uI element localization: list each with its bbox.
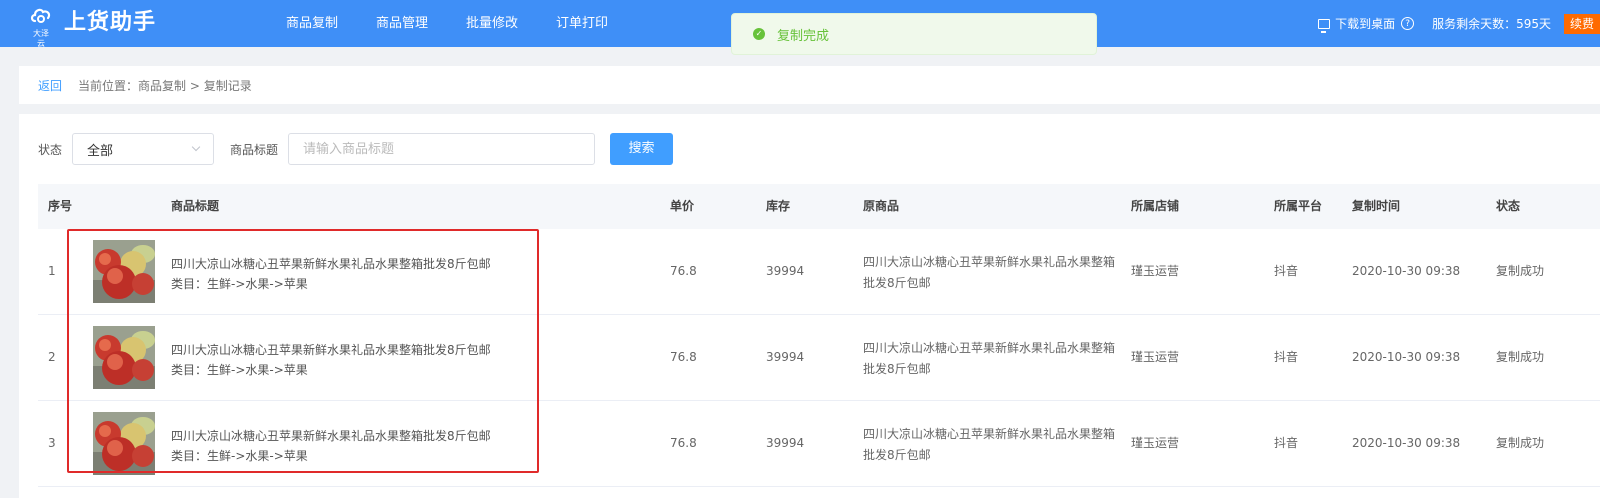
platform-name: 抖音	[1274, 350, 1299, 364]
column-header-shop: 所属店铺	[1131, 199, 1180, 213]
table-row: 3 四川大凉山冰糖心丑苹果新鲜水果礼品水果整箱批发8斤包邮 类目：生鲜->水果-…	[38, 401, 1600, 487]
days-left-text: 服务剩余天数：595天	[1432, 17, 1551, 31]
breadcrumb-location: 当前位置：商品复制 > 复制记录	[78, 78, 252, 93]
status-select-value: 全部	[87, 143, 114, 159]
cloud-logo-icon: 大泽云	[30, 4, 52, 48]
row-index: 2	[48, 350, 56, 364]
main-nav: 商品复制 商品管理 批量修改 订单打印	[286, 0, 646, 47]
status-select[interactable]: 全部	[72, 133, 215, 165]
nav-item-batch-edit[interactable]: 批量修改	[466, 0, 518, 47]
toast-text: 复制完成	[777, 28, 830, 44]
column-header-index: 序号	[48, 199, 73, 213]
column-header-title: 商品标题	[171, 199, 220, 213]
desktop-icon	[1318, 18, 1331, 33]
table-row: 1 四川大凉山冰糖心丑苹果新鲜水果礼品水果整箱批发8斤包邮 类目：生鲜->水果-…	[38, 229, 1600, 315]
breadcrumb: 返回 当前位置：商品复制 > 复制记录	[19, 66, 1600, 104]
copy-time: 2020-10-30 09:38	[1352, 436, 1461, 450]
chevron-down-icon	[191, 142, 201, 152]
original-product[interactable]: 四川大凉山冰糖心丑苹果新鲜水果礼品水果整箱批发8斤包邮	[863, 424, 1123, 466]
column-header-original: 原商品	[863, 199, 900, 213]
table-header: 序号 商品标题 单价 库存 原商品 所属店铺 所属平台 复制时间 状态	[38, 184, 1600, 229]
app-title: 上货助手	[64, 10, 157, 35]
product-category: 类目：生鲜->水果->苹果	[171, 449, 308, 463]
copy-status: 复制成功	[1496, 264, 1545, 278]
column-header-price: 单价	[670, 199, 695, 213]
product-category: 类目：生鲜->水果->苹果	[171, 363, 308, 377]
table-row: 2 四川大凉山冰糖心丑苹果新鲜水果礼品水果整箱批发8斤包邮 类目：生鲜->水果-…	[38, 315, 1600, 401]
product-stock: 39994	[766, 264, 805, 278]
row-index: 3	[48, 436, 56, 450]
renew-button[interactable]: 续费	[1563, 13, 1600, 34]
copy-time: 2020-10-30 09:38	[1352, 350, 1461, 364]
shop-name: 瑾玉运营	[1131, 436, 1180, 450]
column-header-stock: 库存	[766, 199, 791, 213]
records-panel: 状态 全部 商品标题 搜索 序号 商品标题 单价 库存 原商品 所属店铺 所属平…	[19, 114, 1600, 498]
search-button[interactable]: 搜索	[610, 133, 674, 165]
nav-item-order-print[interactable]: 订单打印	[556, 0, 608, 47]
title-search-input[interactable]	[288, 133, 596, 165]
product-price: 76.8	[670, 350, 697, 364]
shop-name: 瑾玉运营	[1131, 350, 1180, 364]
shop-name: 瑾玉运营	[1131, 264, 1180, 278]
product-title[interactable]: 四川大凉山冰糖心丑苹果新鲜水果礼品水果整箱批发8斤包邮	[171, 427, 491, 444]
copy-status: 复制成功	[1496, 436, 1545, 450]
row-index: 1	[48, 264, 56, 278]
title-filter-label: 商品标题	[230, 142, 279, 157]
copy-status: 复制成功	[1496, 350, 1545, 364]
product-category: 类目：生鲜->水果->苹果	[171, 277, 308, 291]
copy-time: 2020-10-30 09:38	[1352, 264, 1461, 278]
product-price: 76.8	[670, 436, 697, 450]
product-price: 76.8	[670, 264, 697, 278]
product-stock: 39994	[766, 436, 805, 450]
status-filter-label: 状态	[38, 142, 63, 157]
header-right: 下载到桌面 ? 服务剩余天数：595天 续费	[1318, 0, 1600, 47]
nav-item-copy[interactable]: 商品复制	[286, 0, 338, 47]
apple-product-image[interactable]	[93, 240, 155, 303]
filter-bar: 状态 全部 商品标题 搜索	[38, 133, 674, 165]
apple-product-image[interactable]	[93, 412, 155, 475]
check-circle-icon: ✓	[753, 28, 765, 40]
platform-name: 抖音	[1274, 264, 1299, 278]
product-title[interactable]: 四川大凉山冰糖心丑苹果新鲜水果礼品水果整箱批发8斤包邮	[171, 341, 491, 358]
help-icon[interactable]: ?	[1401, 17, 1415, 30]
nav-item-manage[interactable]: 商品管理	[376, 0, 428, 47]
original-product[interactable]: 四川大凉山冰糖心丑苹果新鲜水果礼品水果整箱批发8斤包邮	[863, 338, 1123, 380]
logo-subtitle: 大泽云	[33, 29, 49, 48]
product-title[interactable]: 四川大凉山冰糖心丑苹果新鲜水果礼品水果整箱批发8斤包邮	[171, 255, 491, 272]
column-header-time: 复制时间	[1352, 199, 1401, 213]
column-header-platform: 所属平台	[1274, 199, 1323, 213]
apple-product-image[interactable]	[93, 326, 155, 389]
original-product[interactable]: 四川大凉山冰糖心丑苹果新鲜水果礼品水果整箱批发8斤包邮	[863, 252, 1123, 294]
column-header-status: 状态	[1496, 199, 1521, 213]
success-toast: ✓ 复制完成	[731, 13, 1097, 55]
download-link[interactable]: 下载到桌面	[1335, 15, 1395, 32]
back-link[interactable]: 返回	[38, 77, 62, 94]
platform-name: 抖音	[1274, 436, 1299, 450]
product-stock: 39994	[766, 350, 805, 364]
